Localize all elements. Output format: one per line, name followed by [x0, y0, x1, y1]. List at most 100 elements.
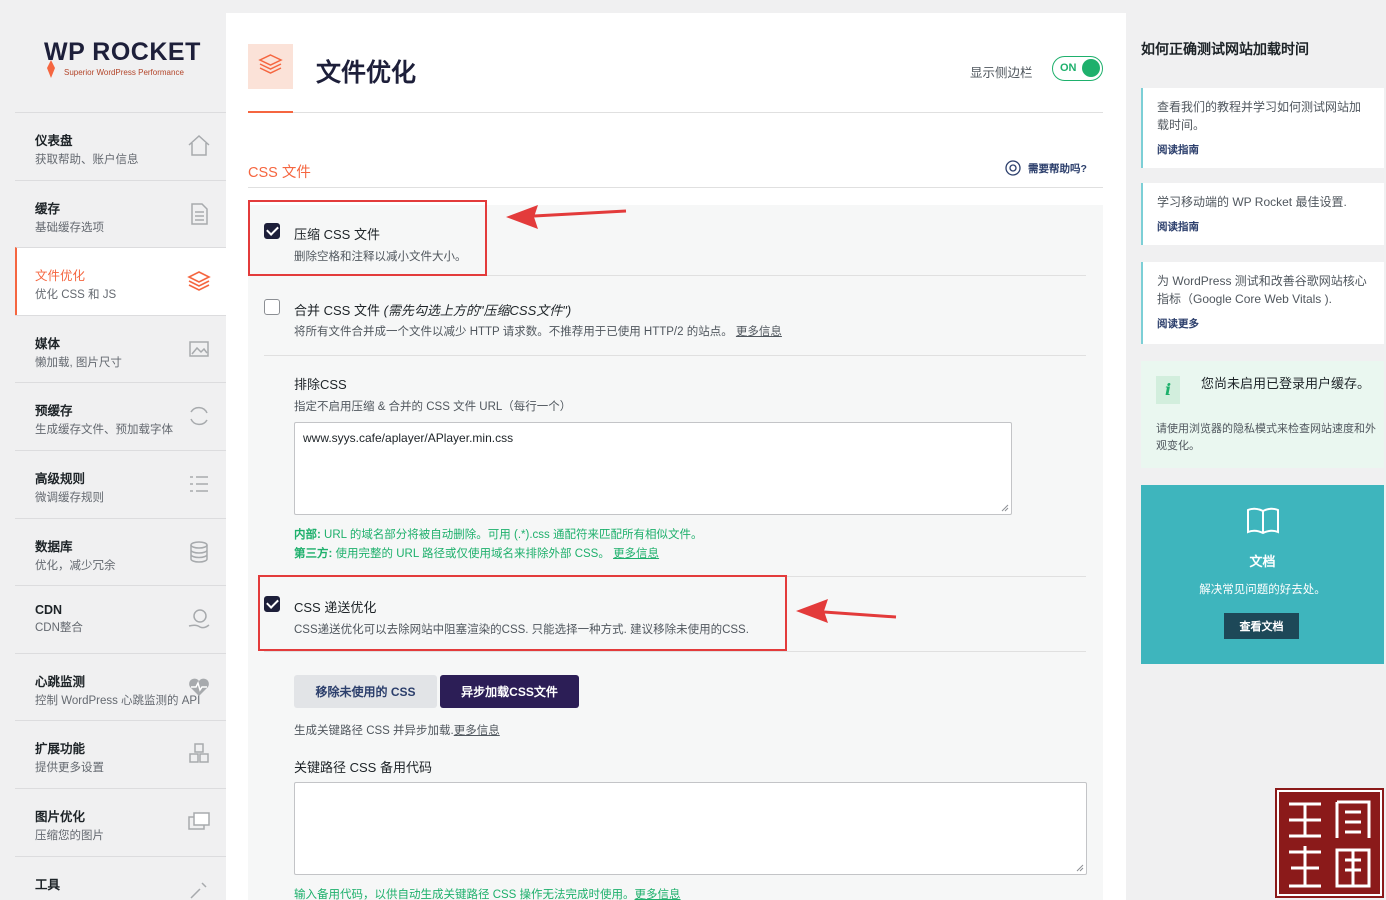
logged-in-cache-notice: i 您尚未启用已登录用户缓存。 请使用浏览器的隐私模式来检查网站速度和外观变化。	[1141, 361, 1384, 468]
list-icon	[190, 476, 208, 492]
combine-more-link[interactable]: 更多信息	[736, 326, 782, 338]
sidebar-item-database[interactable]: 数据库 优化，减少冗余	[15, 517, 226, 586]
sidebar-item-tools[interactable]: 工具	[15, 855, 226, 900]
right-card-test-speed: 查看我们的教程并学习如何测试网站加载时间。 阅读指南	[1141, 88, 1384, 168]
book-icon	[1247, 507, 1279, 535]
fallback-note-text: 输入备用代码，以供自动生成关键路径 CSS 操作无法完成时使用。	[294, 889, 635, 900]
async-more-link[interactable]: 更多信息	[454, 725, 500, 737]
exclude-css-value: www.syys.cafe/aplayer/APlayer.min.css	[303, 431, 514, 445]
right-card-mobile: 学习移动端的 WP Rocket 最佳设置. 阅读指南	[1141, 183, 1384, 245]
note-internal-text: URL 的域名部分将被自动删除。可用 (.*).css 通配符来匹配所有相似文件…	[320, 529, 703, 541]
combine-css-desc-text: 将所有文件合并成一个文件以减少 HTTP 请求数。不推荐用于已使用 HTTP/2…	[294, 326, 733, 338]
async-css-button[interactable]: 异步加载CSS文件	[440, 675, 579, 708]
exclude-more-link[interactable]: 更多信息	[613, 548, 659, 560]
section-title: CSS 文件	[248, 165, 311, 181]
info-icon: i	[1156, 376, 1180, 404]
page-icon	[248, 44, 293, 89]
view-docs-button[interactable]: 查看文档	[1224, 613, 1299, 639]
combine-css-label: 合并 CSS 文件 (需先勾选上方的"压缩CSS文件")	[294, 300, 571, 319]
document-icon	[191, 202, 208, 225]
row-divider	[264, 651, 1086, 652]
lifebuoy-icon[interactable]	[1004, 159, 1022, 177]
note-third-bold: 第三方:	[294, 548, 333, 560]
note-third-text: 使用完整的 URL 路径或仅使用域名来排除外部 CSS。	[332, 548, 610, 560]
doc-sub: 解决常见问题的好去处。	[1199, 584, 1326, 596]
main-panel: 文件优化 显示侧边栏 ON CSS 文件 需要帮助吗? 压缩 CSS 文件 删除…	[226, 13, 1126, 900]
red-arrow-icon	[506, 205, 627, 229]
header-divider	[248, 112, 1103, 113]
sidebar-item-heartbeat[interactable]: 心跳监测 控制 WordPress 心跳监测的 API	[15, 652, 226, 721]
globe-hand-icon	[188, 609, 210, 629]
fallback-more-link[interactable]: 更多信息	[635, 889, 681, 900]
right-card-link[interactable]: 阅读指南	[1157, 142, 1370, 157]
right-sidebar-title: 如何正确测试网站加载时间	[1141, 41, 1309, 57]
right-card-text: 学习移动端的 WP Rocket 最佳设置.	[1157, 195, 1347, 209]
sidebar-item-media[interactable]: 媒体 懒加载, 图片尺寸	[15, 314, 226, 383]
toggle-knob	[1082, 59, 1100, 77]
help-link[interactable]: 需要帮助吗?	[1028, 161, 1087, 176]
doc-title: 文档	[1249, 554, 1276, 569]
combine-css-note: (需先勾选上方的"压缩CSS文件")	[383, 303, 572, 318]
right-card-web-vitals: 为 WordPress 测试和改善谷歌网站核心指标（Google Core We…	[1141, 262, 1384, 344]
seal-stamp	[1275, 788, 1384, 898]
sidebar-item-addons[interactable]: 扩展功能 提供更多设置	[15, 720, 226, 788]
red-arrow-icon	[796, 599, 897, 623]
right-card-text: 查看我们的教程并学习如何测试网站加载时间。	[1157, 100, 1362, 132]
sidebar-item-cdn[interactable]: CDN CDN整合	[15, 585, 226, 653]
critical-css-fallback-textarea[interactable]	[294, 782, 1087, 875]
tools-icon	[190, 882, 207, 899]
fallback-note: 输入备用代码，以供自动生成关键路径 CSS 操作无法完成时使用。更多信息	[294, 886, 681, 900]
refresh-icon	[190, 407, 208, 426]
resize-handle-icon[interactable]	[1076, 864, 1084, 872]
header-accent	[248, 111, 293, 113]
sidebar: WP ROCKET Superior WordPress Performance…	[0, 0, 226, 900]
cubes-icon	[189, 743, 209, 764]
notice-text: 请使用浏览器的隐私模式来检查网站速度和外观变化。	[1156, 423, 1376, 452]
image-icon	[189, 341, 209, 357]
toggle-state: ON	[1060, 62, 1077, 74]
exclude-css-desc: 指定不启用压缩 & 合并的 CSS 文件 URL（每行一个）	[294, 401, 572, 413]
note-internal-bold: 内部:	[294, 529, 321, 541]
sidebar-item-advanced-rules[interactable]: 高级规则 微调缓存规则	[15, 449, 226, 518]
exclude-css-label: 排除CSS	[294, 377, 347, 392]
house-icon	[188, 134, 210, 156]
heartbeat-icon	[189, 678, 209, 696]
highlight-box-minify	[248, 200, 487, 276]
right-card-text: 为 WordPress 测试和改善谷歌网站核心指标（Google Core We…	[1157, 274, 1367, 306]
exclude-note-internal: 内部: URL 的域名部分将被自动删除。可用 (.*).css 通配符来匹配所有…	[294, 526, 702, 542]
combine-css-checkbox[interactable]	[264, 299, 280, 315]
notice-title: 您尚未启用已登录用户缓存。	[1201, 376, 1371, 391]
critical-css-fallback-label: 关键路径 CSS 备用代码	[294, 760, 432, 775]
combine-css-label-text: 合并 CSS 文件	[294, 303, 380, 318]
database-icon	[190, 540, 208, 563]
wp-rocket-logo[interactable]: WP ROCKET Superior WordPress Performance	[44, 38, 204, 88]
layers-icon	[258, 54, 283, 74]
sidebar-nav: 仪表盘 获取帮助、账户信息 缓存 基础缓存选项 文件优化 优化 CSS 和 JS…	[15, 112, 226, 900]
highlight-box-delivery	[258, 575, 787, 651]
sidebar-toggle-label: 显示侧边栏	[970, 66, 1033, 80]
exclude-css-textarea[interactable]: www.syys.cafe/aplayer/APlayer.min.css	[294, 422, 1012, 515]
resize-handle-icon[interactable]	[1001, 504, 1009, 512]
row-divider	[264, 355, 1086, 356]
right-card-link[interactable]: 阅读指南	[1157, 219, 1370, 234]
seal-pattern	[1277, 790, 1382, 896]
async-css-desc: 生成关键路径 CSS 并异步加载.更多信息	[294, 722, 500, 738]
sidebar-item-cache[interactable]: 缓存 基础缓存选项	[15, 179, 226, 248]
remove-unused-css-button[interactable]: 移除未使用的 CSS	[294, 675, 437, 708]
right-card-link[interactable]: 阅读更多	[1157, 316, 1370, 331]
sidebar-item-dashboard[interactable]: 仪表盘 获取帮助、账户信息	[15, 112, 226, 180]
sidebar-item-preload[interactable]: 预缓存 生成缓存文件、预加载字体	[15, 382, 226, 450]
documentation-card: 文档 解决常见问题的好去处。 查看文档	[1141, 485, 1384, 664]
sidebar-item-image-optimization[interactable]: 图片优化 压缩您的图片	[15, 787, 226, 856]
exclude-note-third-party: 第三方: 使用完整的 URL 路径或仅使用域名来排除外部 CSS。 更多信息	[294, 545, 659, 561]
sidebar-toggle[interactable]: ON	[1052, 56, 1103, 81]
images-icon	[188, 812, 210, 830]
flame-icon	[47, 60, 55, 78]
page-title: 文件优化	[316, 59, 417, 87]
layers-icon	[187, 271, 211, 292]
combine-css-desc: 将所有文件合并成一个文件以减少 HTTP 请求数。不推荐用于已使用 HTTP/2…	[294, 323, 782, 339]
async-css-desc-text: 生成关键路径 CSS 并异步加载.	[294, 725, 454, 737]
sidebar-item-file-optimization[interactable]: 文件优化 优化 CSS 和 JS	[15, 247, 226, 315]
logo-rocket: ROCKET	[92, 38, 201, 66]
section-divider	[248, 187, 1103, 188]
